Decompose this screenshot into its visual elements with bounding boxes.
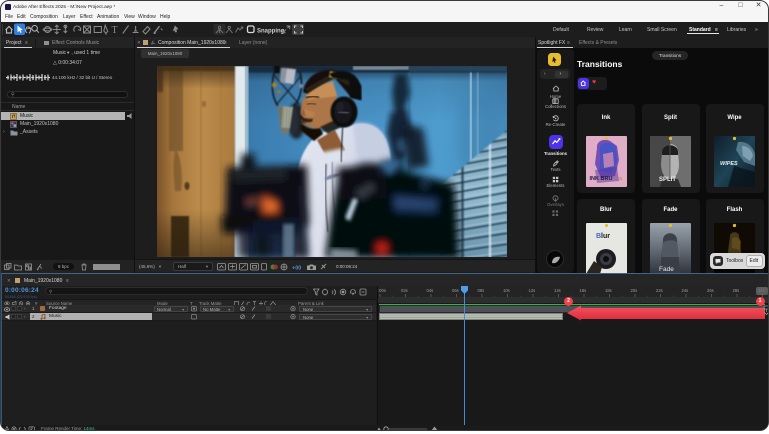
svg-text:14s: 14s (554, 288, 561, 293)
svg-text:Fade: Fade (659, 266, 674, 273)
svg-text::00s: :00s (378, 288, 386, 293)
svg-text:20s: 20s (631, 288, 638, 293)
svg-text:10s: 10s (503, 288, 510, 293)
svg-text:04s: 04s (427, 288, 434, 293)
svg-text:28s: 28s (733, 288, 740, 293)
svg-text:WIPES: WIPES (720, 161, 738, 167)
svg-text:T: T (112, 25, 118, 36)
svg-text:16s: 16s (580, 288, 587, 293)
svg-text:06s: 06s (452, 288, 459, 293)
svg-text:02s: 02s (401, 288, 408, 293)
svg-text:lur: lur (601, 233, 610, 240)
svg-text:INK BRU: INK BRU (589, 176, 612, 182)
svg-text:08s: 08s (478, 288, 485, 293)
svg-text:18s: 18s (605, 288, 612, 293)
svg-text:Snapping: Snapping (257, 29, 285, 35)
svg-text:12s: 12s (529, 288, 536, 293)
svg-text:24s: 24s (682, 288, 689, 293)
svg-text:S: S (619, 176, 622, 181)
svg-text:SPLIT: SPLIT (659, 177, 676, 183)
svg-text:26s: 26s (707, 288, 714, 293)
svg-text:22s: 22s (656, 288, 663, 293)
svg-text:+00: +00 (292, 266, 301, 272)
